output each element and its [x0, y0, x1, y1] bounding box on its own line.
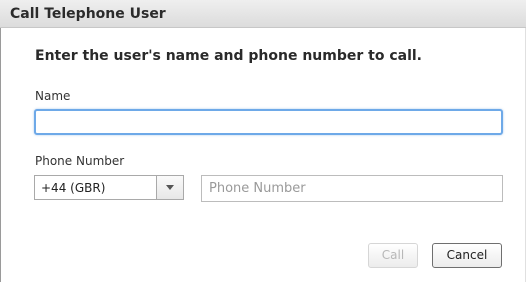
dialog-titlebar[interactable]: Call Telephone User	[0, 0, 526, 28]
country-code-select[interactable]: +44 (GBR)	[34, 175, 184, 200]
country-code-value: +44 (GBR)	[41, 181, 106, 195]
dialog-left-border	[0, 28, 1, 282]
cancel-button[interactable]: Cancel	[432, 243, 502, 268]
phone-number-input[interactable]	[201, 175, 503, 202]
dialog-title: Call Telephone User	[10, 6, 166, 22]
call-button[interactable]: Call	[368, 243, 418, 268]
name-input[interactable]	[34, 109, 503, 135]
call-telephone-user-dialog: Call Telephone User Enter the user's nam…	[0, 0, 526, 282]
name-label: Name	[35, 89, 71, 103]
instruction-text: Enter the user's name and phone number t…	[35, 48, 423, 64]
phone-number-label: Phone Number	[35, 154, 125, 168]
chevron-down-icon	[166, 185, 174, 190]
country-code-dropdown-button[interactable]	[156, 176, 183, 199]
